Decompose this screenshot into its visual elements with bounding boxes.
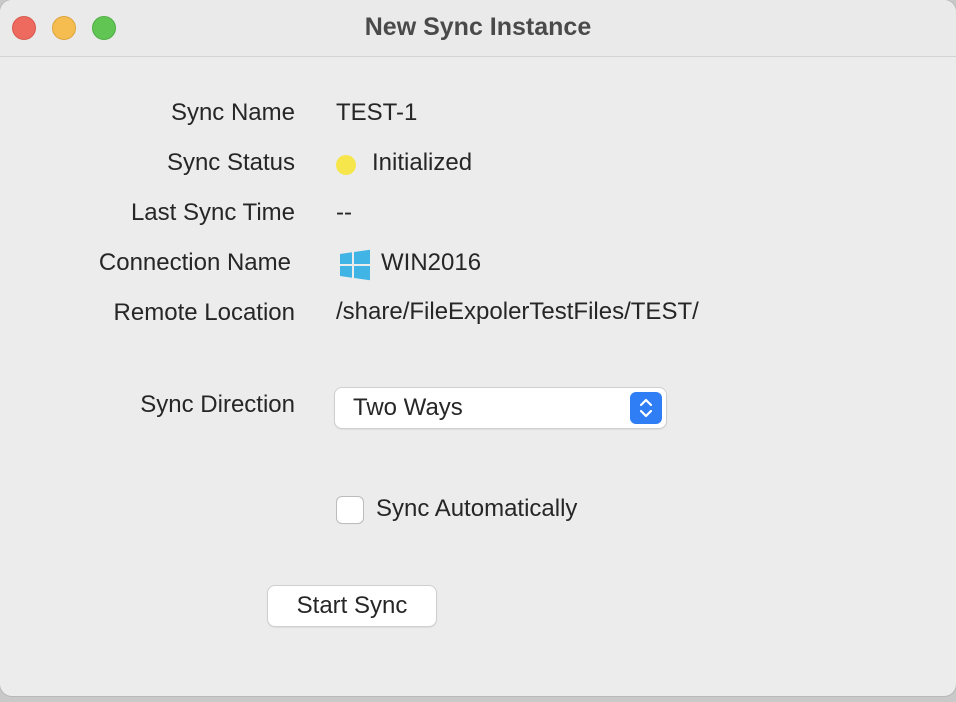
connection-name-label: Connection Name (98, 249, 291, 276)
sync-automatically-checkbox[interactable] (337, 497, 363, 523)
connection-name-value: WIN2016 (381, 249, 482, 276)
sync-automatically-label[interactable]: Sync Automatically (376, 495, 577, 523)
last-sync-time-value: -- (336, 199, 352, 226)
sync-direction-select[interactable]: Two Ways (335, 388, 666, 428)
select-stepper-icon[interactable] (630, 392, 662, 424)
sync-instance-window: New Sync Instance Sync Name TEST-1 Sync … (0, 0, 956, 696)
sync-name-label: Sync Name (170, 99, 295, 126)
title-bar[interactable]: New Sync Instance (0, 0, 956, 57)
sync-direction-label: Sync Direction (140, 391, 295, 418)
start-sync-button[interactable]: Start Sync (268, 586, 436, 626)
remote-location-value: /share/FileExpolerTestFiles/TEST/ (336, 298, 699, 325)
sync-status-label: Sync Status (166, 149, 295, 176)
sync-name-value: TEST-1 (336, 99, 418, 126)
status-indicator-icon (336, 155, 356, 175)
last-sync-time-label: Last Sync Time (130, 199, 295, 226)
sync-direction-selected-value: Two Ways (353, 394, 463, 421)
windows-logo-icon (340, 249, 370, 281)
sync-status-value: Initialized (372, 149, 473, 176)
remote-location-label: Remote Location (113, 299, 295, 326)
window-title: New Sync Instance (364, 13, 592, 41)
